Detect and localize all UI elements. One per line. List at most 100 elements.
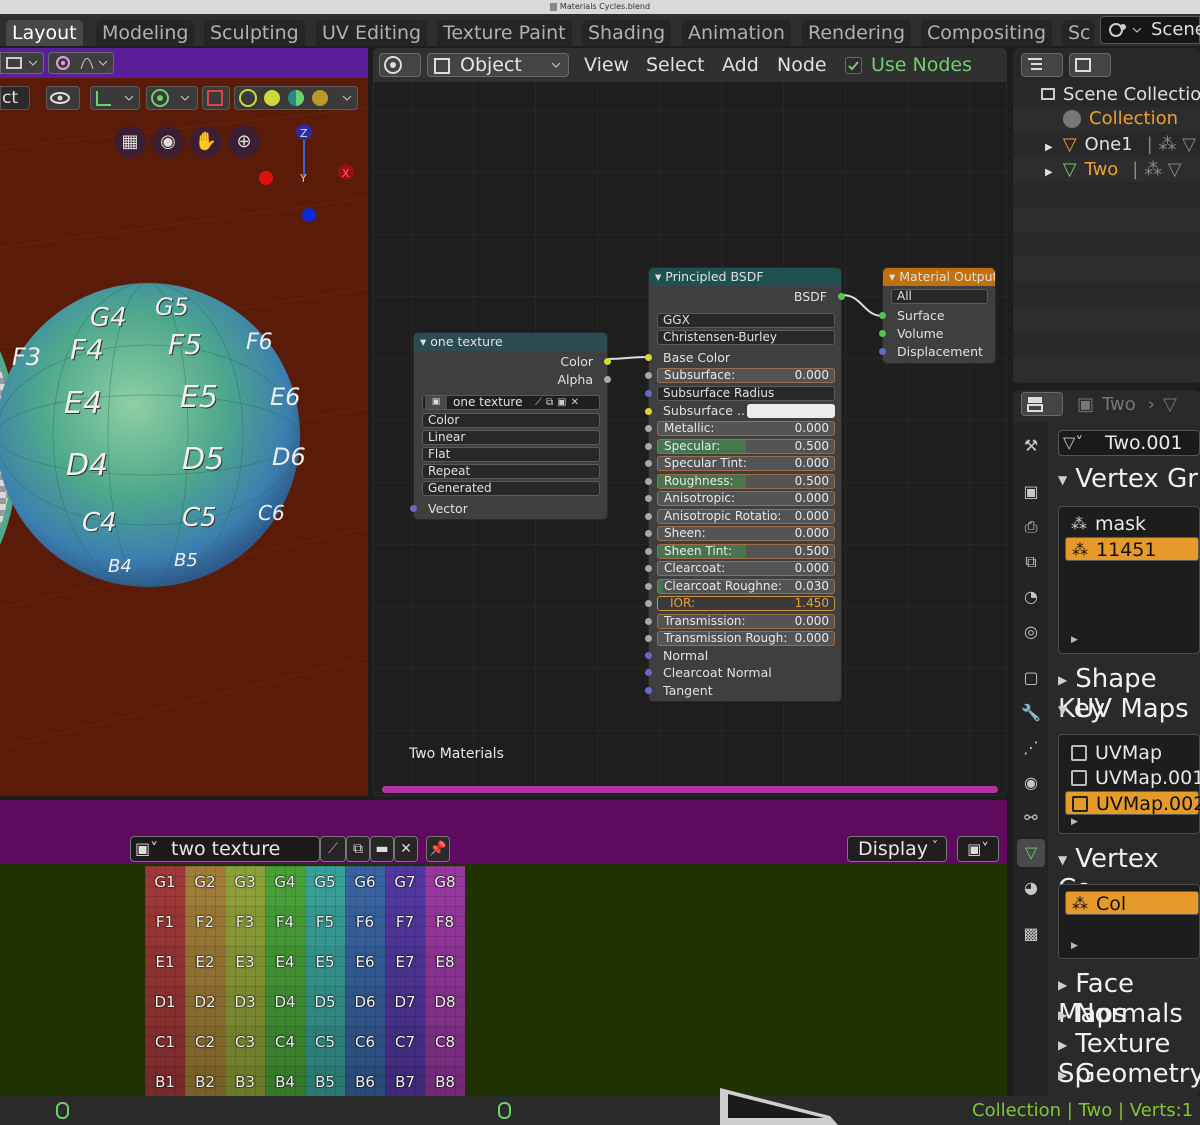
tab-particles[interactable]: ⋰ xyxy=(1017,734,1045,762)
subsurface-radius-dropdown[interactable]: Subsurface Radius xyxy=(657,386,835,401)
uv-maps-list[interactable]: UVMap UVMap.001 UVMap.002 ▶ xyxy=(1058,734,1200,834)
horizontal-scrollbar[interactable] xyxy=(382,786,998,793)
extension-dropdown[interactable]: Repeat xyxy=(422,464,600,479)
tab-layout[interactable]: Layout xyxy=(6,20,83,46)
image-datablock-selector[interactable]: ▣ one texture ⟋⧉▣✕ xyxy=(422,395,600,410)
vector-input-socket[interactable] xyxy=(410,505,417,512)
xray-button[interactable] xyxy=(202,86,230,110)
toggle-ortho-button[interactable]: ▦ xyxy=(114,126,146,158)
clearcoat-normal-input-socket[interactable] xyxy=(645,669,652,676)
node-header[interactable]: ▾ Principled BSDF xyxy=(649,268,841,286)
falloff-dropdown[interactable] xyxy=(48,52,114,74)
list-expand-icon[interactable]: ▶ xyxy=(1071,817,1078,827)
subsurface-method-dropdown[interactable]: Christensen-Burley xyxy=(657,330,835,345)
image-datablock-selector[interactable]: ▣˅ two texture xyxy=(130,836,320,862)
slider-specular-tint[interactable]: Specular Tint: 0.000 xyxy=(657,456,835,471)
list-item[interactable]: UVMap xyxy=(1065,741,1199,765)
fake-user-button[interactable]: ⟋ xyxy=(320,836,346,862)
source-dropdown[interactable]: Generated xyxy=(422,481,600,496)
float-input-socket[interactable] xyxy=(645,600,652,607)
tab-scene[interactable]: ◔ xyxy=(1017,583,1045,611)
slider-anisotropic-rotatio[interactable]: Anisotropic Rotatio: 0.000 xyxy=(657,509,835,524)
float-input-socket[interactable] xyxy=(645,635,652,642)
tab-rendering[interactable]: Rendering xyxy=(802,20,912,46)
tab-uv-editing[interactable]: UV Editing xyxy=(316,20,428,46)
3d-viewport[interactable]: G4 G5 F3 F4 F5 F6 E4 E5 E6 D4 D5 D6 C4 C… xyxy=(0,48,368,796)
tab-modeling[interactable]: Modeling xyxy=(96,20,195,46)
image-texture-node[interactable]: ▾ one texture Color Alpha ▣ one texture … xyxy=(410,332,611,520)
tangent-input-socket[interactable] xyxy=(645,687,652,694)
slider-anisotropic[interactable]: Anisotropic: 0.000 xyxy=(657,491,835,506)
view-object-types-button[interactable] xyxy=(46,86,80,110)
open-image-button[interactable]: ▬ xyxy=(370,836,394,862)
object-mode-dropdown[interactable]: ct xyxy=(0,86,30,110)
slider-metallic[interactable]: Metallic: 0.000 xyxy=(657,421,835,436)
normals-panel-header[interactable]: ▶ Normals xyxy=(1058,999,1183,1029)
float-input-socket[interactable] xyxy=(645,618,652,625)
collection-row[interactable]: Collection xyxy=(1063,108,1178,129)
scene-selector[interactable]: Scene xyxy=(1100,16,1200,44)
mesh-datablock-selector[interactable]: ▽˅ Two.001 xyxy=(1058,430,1200,456)
projection-dropdown[interactable]: Flat xyxy=(422,447,600,462)
tab-animation[interactable]: Animation xyxy=(682,20,791,46)
tab-texture-paint[interactable]: Texture Paint xyxy=(437,20,572,46)
float-input-socket[interactable] xyxy=(645,425,652,432)
color-output-socket[interactable] xyxy=(604,358,611,365)
outliner[interactable]: Scene Collection Collection ▶ ▽ One1 | ⁂ ▽ … xyxy=(1013,48,1200,383)
list-item-selected[interactable]: ⁂ 11451 xyxy=(1065,537,1199,561)
image-actions-icons[interactable]: ⟋⧉▣✕ xyxy=(535,396,599,409)
slider-subsurface[interactable]: Subsurface: 0.000 xyxy=(657,368,835,383)
outliner-object-two[interactable]: ▶ ▽ Two | ⁂ ▽ xyxy=(1045,159,1182,180)
node-header[interactable]: ▾ one texture xyxy=(414,333,607,351)
base-color-socket[interactable] xyxy=(645,354,652,361)
tab-physics[interactable]: ◉ xyxy=(1017,769,1045,797)
interpolation-dropdown[interactable]: Linear xyxy=(422,430,600,445)
color-space-dropdown[interactable]: Color xyxy=(422,413,600,428)
gizmo-button[interactable] xyxy=(90,86,140,110)
slider-ior[interactable]: IOR: 1.450 xyxy=(657,596,835,611)
slider-transmission-rough[interactable]: Transmission Rough: 0.000 xyxy=(657,631,835,646)
float-input-socket[interactable] xyxy=(645,548,652,555)
tab-view-layer[interactable]: ⧉ xyxy=(1017,548,1045,576)
scene-collection-row[interactable]: Scene Collection xyxy=(1041,84,1200,105)
subsurface-color-swatch[interactable] xyxy=(747,404,835,418)
slider-roughness[interactable]: Roughness: 0.500 xyxy=(657,474,835,489)
overlays-button[interactable] xyxy=(146,86,198,110)
float-input-socket[interactable] xyxy=(645,443,652,450)
slider-clearcoat[interactable]: Clearcoat: 0.000 xyxy=(657,561,835,576)
float-input-socket[interactable] xyxy=(645,583,652,590)
material-output-node[interactable]: ▾ Material Output All Surface Volume Dis… xyxy=(882,267,996,364)
list-item[interactable]: ⁂ mask xyxy=(1065,512,1199,536)
float-input-socket[interactable] xyxy=(645,513,652,520)
list-item[interactable]: UVMap.001 xyxy=(1065,766,1200,790)
geometry-panel-header[interactable]: ▶ Geometry xyxy=(1058,1059,1200,1089)
view-mode-dropdown[interactable]: ▣˅ xyxy=(957,836,999,862)
float-input-socket[interactable] xyxy=(645,495,652,502)
display-mode-dropdown[interactable] xyxy=(1069,53,1111,77)
slider-sheen-tint[interactable]: Sheen Tint: 0.500 xyxy=(657,544,835,559)
tab-render[interactable]: ▣ xyxy=(1017,478,1045,506)
shading-mode-buttons[interactable] xyxy=(234,86,358,110)
slider-specular[interactable]: Specular: 0.500 xyxy=(657,439,835,454)
vertex-groups-list[interactable]: ⁂ mask ⁂ 11451 ▶ xyxy=(1058,506,1200,654)
alpha-output-socket[interactable] xyxy=(604,376,611,383)
principled-bsdf-node[interactable]: ▾ Principled BSDF BSDF GGX Christensen-B… xyxy=(645,267,845,702)
tab-shading[interactable]: Shading xyxy=(582,20,672,46)
tab-constraints[interactable]: ⚯ xyxy=(1017,804,1045,832)
float-input-socket[interactable] xyxy=(645,372,652,379)
display-dropdown[interactable]: Display ˅ xyxy=(847,836,947,862)
tab-output[interactable]: ⎙ xyxy=(1017,513,1045,541)
tab-world[interactable]: ◎ xyxy=(1017,618,1045,646)
surface-input-socket[interactable] xyxy=(879,312,886,319)
pan-view-button[interactable]: ✋ xyxy=(190,126,222,158)
volume-input-socket[interactable] xyxy=(879,330,886,337)
distribution-dropdown[interactable]: GGX xyxy=(657,313,835,328)
float-input-socket[interactable] xyxy=(645,460,652,467)
vertex-colors-list[interactable]: ⁂ Col ▶ xyxy=(1058,884,1200,959)
editor-type-dropdown[interactable] xyxy=(0,52,44,74)
tab-sculpting[interactable]: Sculpting xyxy=(204,20,305,46)
slider-clearcoat-roughne[interactable]: Clearcoat Roughne: 0.030 xyxy=(657,579,835,594)
tab-object[interactable]: ▢ xyxy=(1017,664,1045,692)
pin-image-button[interactable]: 📌 xyxy=(426,836,450,862)
list-expand-icon[interactable]: ▶ xyxy=(1071,941,1078,951)
